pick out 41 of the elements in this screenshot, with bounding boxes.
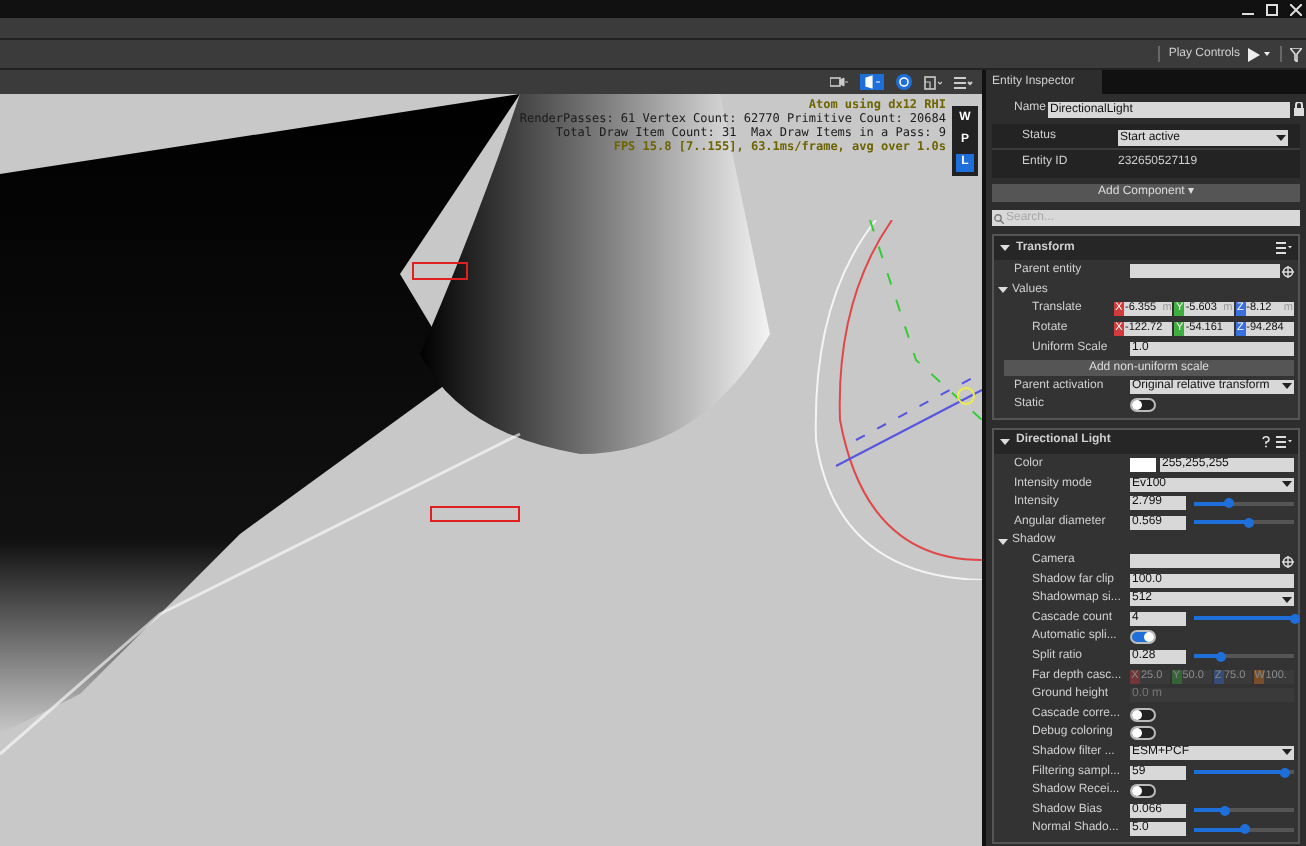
entity-field[interactable] bbox=[1130, 554, 1280, 569]
selection-rectangle bbox=[430, 506, 520, 522]
slider-thumb[interactable] bbox=[1289, 613, 1299, 624]
toggle-switch[interactable] bbox=[1130, 726, 1156, 741]
selection-rectangle bbox=[412, 262, 468, 280]
play-icon[interactable] bbox=[1248, 47, 1272, 61]
caret-icon[interactable] bbox=[998, 286, 1008, 295]
toggle-switch[interactable] bbox=[1130, 630, 1156, 645]
menu-icon[interactable] bbox=[954, 75, 974, 89]
slider-thumb[interactable] bbox=[1244, 517, 1254, 528]
caret-icon[interactable] bbox=[1282, 382, 1292, 391]
close-icon[interactable] bbox=[1290, 3, 1302, 15]
caret-icon[interactable] bbox=[1000, 244, 1010, 252]
caret-icon[interactable] bbox=[998, 537, 1008, 546]
caret-icon[interactable] bbox=[1276, 133, 1286, 141]
search-icon bbox=[994, 213, 1004, 223]
menu-icon[interactable] bbox=[1276, 242, 1292, 254]
lock-icon[interactable] bbox=[1294, 102, 1304, 116]
help-icon[interactable] bbox=[1262, 435, 1270, 448]
slider-thumb[interactable] bbox=[1216, 651, 1226, 662]
toggle-switch[interactable] bbox=[1130, 398, 1156, 413]
funnel-icon[interactable] bbox=[1290, 47, 1302, 61]
slider-thumb[interactable] bbox=[1219, 805, 1229, 816]
target-icon[interactable] bbox=[1282, 555, 1294, 568]
color-swatch[interactable] bbox=[1130, 458, 1156, 473]
caret-icon[interactable] bbox=[1000, 437, 1010, 446]
slider-thumb[interactable] bbox=[1224, 498, 1234, 509]
layout-icon[interactable] bbox=[924, 75, 942, 89]
menu-icon[interactable] bbox=[1276, 435, 1292, 448]
entity-field[interactable] bbox=[1130, 264, 1280, 279]
target-icon[interactable] bbox=[1282, 265, 1294, 278]
slider-thumb[interactable] bbox=[1239, 824, 1249, 835]
toggle-switch[interactable] bbox=[1130, 784, 1156, 799]
caret-icon[interactable] bbox=[1282, 595, 1292, 604]
maximize-icon[interactable] bbox=[1266, 3, 1278, 15]
slider-thumb[interactable] bbox=[1279, 767, 1289, 778]
caret-icon[interactable] bbox=[1282, 748, 1292, 757]
caret-icon[interactable] bbox=[1282, 480, 1292, 489]
toggle-switch[interactable] bbox=[1130, 707, 1156, 722]
camera-icon[interactable] bbox=[830, 76, 848, 88]
display-mode-icon[interactable] bbox=[860, 74, 884, 90]
